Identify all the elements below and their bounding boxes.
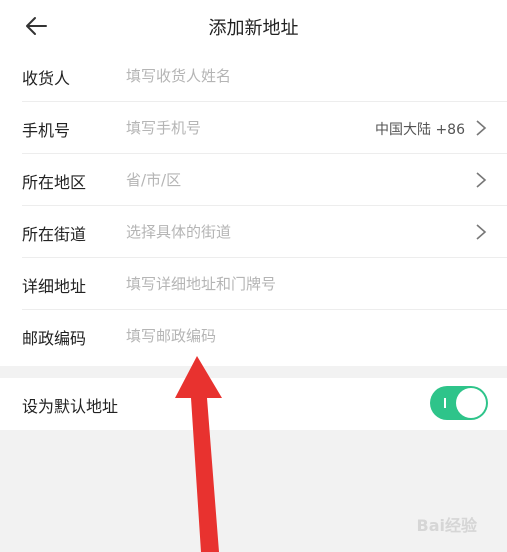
detail-address-label: 详细地址: [22, 277, 87, 296]
page-title: 添加新地址: [208, 18, 299, 39]
watermark: Bai经验: [416, 516, 477, 535]
region-code-selector[interactable]: 中国大陆 +86: [375, 119, 465, 139]
detail-address-row: 详细地址: [22, 258, 507, 310]
postal-code-input[interactable]: [126, 320, 426, 352]
region-label: 所在地区: [22, 173, 87, 192]
postal-code-row: 邮政编码: [22, 310, 507, 362]
detail-address-input[interactable]: [126, 268, 426, 300]
recipient-row: 收货人: [22, 50, 507, 102]
default-address-toggle[interactable]: [430, 386, 488, 420]
section-divider: [0, 366, 507, 378]
default-address-row: 设为默认地址: [0, 378, 507, 430]
chevron-right-icon: [476, 224, 487, 240]
chevron-right-icon: [476, 172, 487, 188]
region-row[interactable]: 所在地区: [22, 154, 507, 206]
street-label: 所在街道: [22, 225, 87, 244]
phone-input[interactable]: [126, 112, 346, 144]
street-input[interactable]: [126, 216, 426, 248]
address-form: 收货人 手机号 中国大陆 +86 所在地区 所在街道 详细地址 邮政编码: [0, 50, 507, 362]
default-address-label: 设为默认地址: [22, 397, 119, 416]
region-input[interactable]: [126, 164, 426, 196]
phone-row: 手机号 中国大陆 +86: [22, 102, 507, 154]
toggle-knob: [456, 388, 486, 418]
recipient-label: 收货人: [22, 69, 71, 88]
street-row[interactable]: 所在街道: [22, 206, 507, 258]
postal-code-label: 邮政编码: [22, 329, 87, 348]
toggle-on-indicator: [444, 398, 446, 408]
phone-label: 手机号: [22, 121, 71, 140]
recipient-name-input[interactable]: [126, 60, 426, 92]
top-bar: 添加新地址: [0, 0, 507, 50]
chevron-right-icon[interactable]: [475, 119, 487, 137]
